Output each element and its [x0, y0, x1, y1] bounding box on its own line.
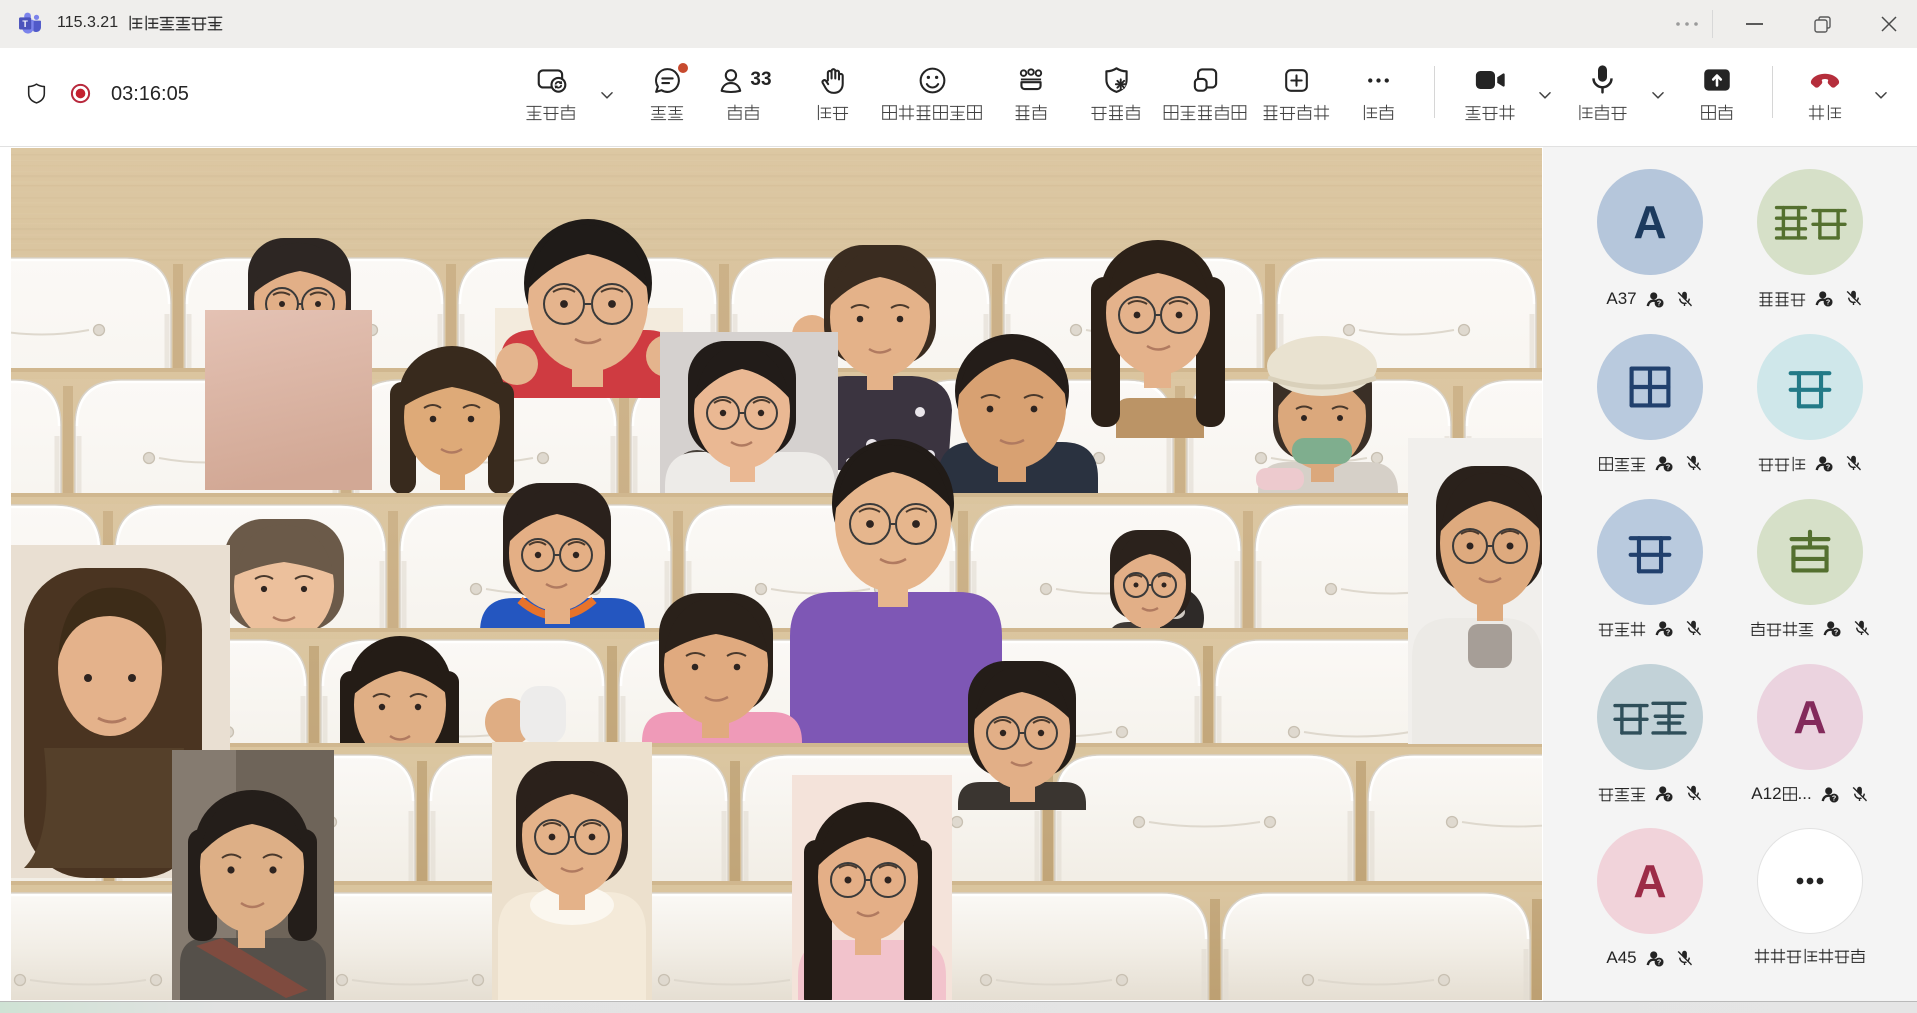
svg-text:?: ?: [1825, 464, 1829, 472]
svg-text:?: ?: [1657, 299, 1661, 307]
svg-text:?: ?: [1833, 629, 1837, 637]
svg-text:?: ?: [1657, 958, 1661, 966]
svg-text:?: ?: [1825, 299, 1829, 307]
svg-text:T: T: [22, 19, 28, 29]
svg-text:?: ?: [1832, 794, 1836, 802]
